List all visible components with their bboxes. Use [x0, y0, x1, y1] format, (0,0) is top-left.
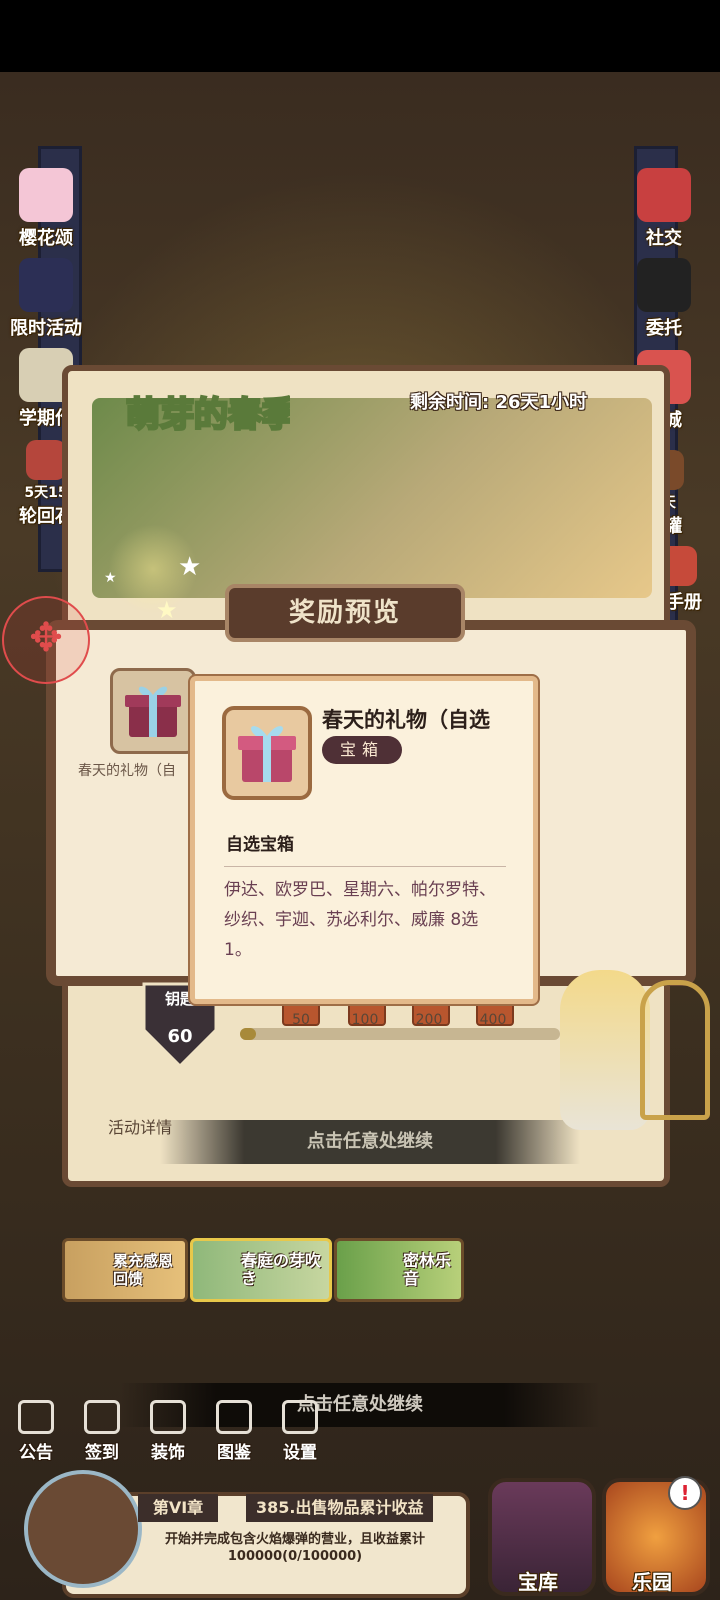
gift-box-icon	[125, 686, 181, 737]
event-title-logo: 萌芽的春季花园	[100, 380, 366, 490]
side-item-commission[interactable]: 委托	[618, 258, 710, 340]
star-icon: ★	[104, 570, 117, 586]
tap-to-continue[interactable]: 点击任意处继续	[160, 1120, 580, 1164]
tooltip-item-icon	[222, 706, 312, 800]
progress-fill	[240, 1028, 256, 1040]
treasury-label: 宝库	[518, 1570, 558, 1594]
sakura-icon	[19, 168, 73, 222]
harp-icon	[640, 980, 710, 1120]
star-icon: ★	[178, 552, 202, 582]
tooltip-item-name: 春天的礼物（自选	[322, 708, 490, 732]
nav-label: 装饰	[151, 1443, 185, 1463]
gift-box-icon	[238, 726, 296, 782]
social-icon	[637, 168, 691, 222]
event-tab-recharge[interactable]: 累充感恩回馈	[62, 1238, 188, 1302]
reward-preview-title: 奖励预览	[225, 584, 465, 642]
chapter-tag: 第VI章	[138, 1494, 218, 1522]
settings-icon	[282, 1400, 318, 1434]
side-item-label: 社交	[646, 228, 682, 249]
side-item-limited-event[interactable]: 限时活动	[0, 258, 92, 340]
event-tab-label: 累充感恩回馈	[113, 1252, 174, 1288]
paradise-label: 乐园	[632, 1570, 672, 1594]
nav-label: 公告	[19, 1443, 53, 1463]
milestone-value: 400	[479, 1012, 507, 1028]
chapter-task-description: 开始并完成包含火焰爆弹的营业，且收益累计100000(0/100000)	[164, 1532, 425, 1564]
character-avatar-icon	[26, 440, 66, 480]
side-item-social[interactable]: 社交	[618, 168, 710, 250]
side-item-label: 限时活动	[10, 318, 82, 339]
milestone-value: 200	[415, 1012, 443, 1028]
nav-decoration[interactable]: 装饰	[140, 1400, 196, 1463]
nav-label: 图鉴	[217, 1443, 251, 1463]
nav-label: 设置	[283, 1443, 317, 1463]
calendar-icon	[84, 1400, 120, 1434]
progress-track	[240, 1028, 560, 1040]
tooltip-subtitle: 自选宝箱	[226, 835, 294, 855]
book-icon[interactable]	[24, 1470, 142, 1588]
milestone-value: 100	[351, 1012, 379, 1028]
milestone-value: 50	[292, 1012, 310, 1028]
nav-notice[interactable]: 公告	[8, 1400, 64, 1463]
status-bar	[0, 0, 720, 72]
event-tab-label: 春庭の芽吹き	[241, 1251, 322, 1288]
notice-board-icon	[18, 1400, 54, 1434]
nav-checkin[interactable]: 签到	[74, 1400, 130, 1463]
side-item-sakura[interactable]: 樱花颂	[0, 168, 92, 250]
reward-slot-gift[interactable]	[110, 668, 196, 754]
remaining-time: 剩余时间: 26天1小时	[410, 392, 588, 413]
tooltip-divider	[224, 866, 506, 867]
event-tab-forest[interactable]: 密林乐音	[334, 1238, 464, 1302]
key-count: 60	[167, 1026, 193, 1047]
tooltip-item-tag: 宝箱	[322, 736, 402, 764]
nav-settings[interactable]: 设置	[272, 1400, 328, 1463]
alert-badge: !	[668, 1476, 702, 1510]
nav-encyclopedia[interactable]: 图鉴	[206, 1400, 262, 1463]
qr-board-icon	[637, 258, 691, 312]
nav-label: 签到	[85, 1443, 119, 1463]
side-item-label: 委托	[646, 318, 682, 339]
side-item-label: 樱花颂	[19, 228, 73, 249]
decoration-icon	[150, 1400, 186, 1434]
event-tab-label: 密林乐音	[403, 1251, 452, 1288]
chapter-task-title: 385.出售物品累计收益	[246, 1494, 434, 1522]
event-calendar-icon	[19, 258, 73, 312]
character-sprite	[560, 970, 650, 1130]
event-title-text: 萌芽的春季花园	[126, 395, 290, 435]
event-tab-spring[interactable]: 春庭の芽吹き	[190, 1238, 332, 1302]
encyclopedia-icon	[216, 1400, 252, 1434]
reward-slot-label: 春天的礼物（自	[78, 763, 176, 779]
gamepad-icon[interactable]: ✥	[2, 596, 90, 684]
tooltip-description: 伊达、欧罗巴、星期六、帕尔罗特、纱织、宇迦、苏必利尔、威廉 8选1。	[224, 880, 496, 960]
